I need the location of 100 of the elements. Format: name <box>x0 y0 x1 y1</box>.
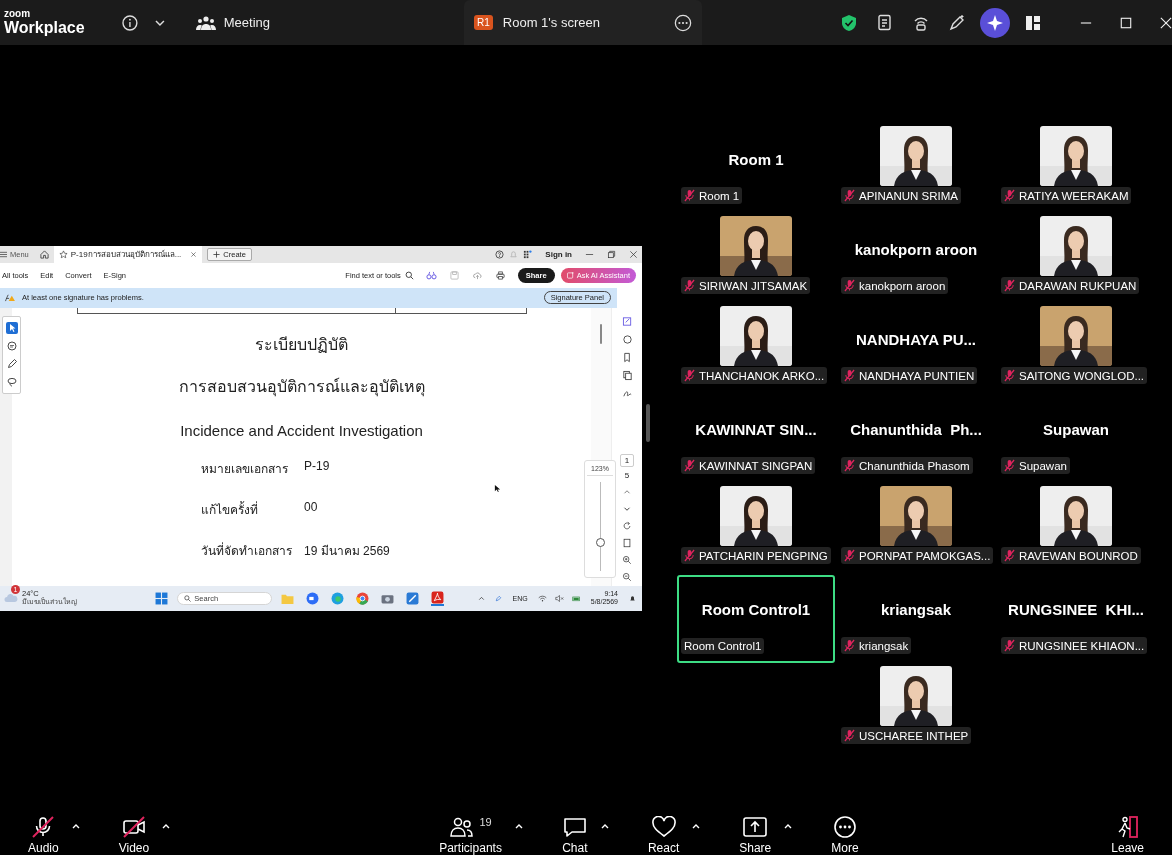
restore-icon[interactable] <box>607 249 616 259</box>
windows-start-icon[interactable] <box>155 591 169 605</box>
participant-name: Chanunthida Ph... <box>850 421 982 438</box>
help-icon[interactable] <box>495 249 505 259</box>
participant-tile[interactable]: THANCHANOK ARKO... <box>677 305 835 393</box>
info-icon[interactable] <box>122 14 138 31</box>
search-icon[interactable] <box>404 270 414 280</box>
speaker-muted-icon[interactable] <box>554 593 564 603</box>
pencil-icon[interactable] <box>948 13 966 32</box>
comment-icon[interactable] <box>5 339 18 352</box>
camera-icon <box>120 816 147 838</box>
star-icon[interactable] <box>58 249 68 259</box>
field-value: 00 <box>304 499 319 516</box>
notification-icon[interactable] <box>628 593 637 603</box>
sign-in-button[interactable]: Sign in <box>545 249 572 259</box>
battery-icon[interactable] <box>571 593 581 603</box>
participant-tile[interactable]: RAVEWAN BOUNROD <box>997 485 1155 573</box>
participant-tile[interactable]: NANDHAYA PU... NANDHAYA PUNTIEN <box>837 305 995 393</box>
page-number-field[interactable]: 1 <box>619 453 635 467</box>
pdf-app-icon[interactable] <box>431 590 445 606</box>
caret-icon[interactable] <box>161 822 172 830</box>
participant-name: Supawan <box>1043 421 1109 438</box>
caret-icon[interactable] <box>783 822 794 830</box>
participant-tile[interactable]: RUNGSINEE KHI... RUNGSINEE KHIAON... <box>997 575 1155 663</box>
pen-icon[interactable] <box>5 357 18 370</box>
shield-icon[interactable] <box>840 13 858 32</box>
microphone-icon <box>30 816 57 838</box>
participant-label: Room Control1 <box>681 638 765 654</box>
participant-tile[interactable]: PATCHARIN PENGPING <box>677 485 835 573</box>
shared-screen-tab[interactable]: R1 Room 1's screen <box>464 0 702 45</box>
participant-tile[interactable]: SIRIWAN JITSAMAK <box>677 215 835 303</box>
caret-icon[interactable] <box>599 822 610 830</box>
comment-icon[interactable] <box>621 333 633 345</box>
participant-tile[interactable]: DARAWAN RUKPUAN <box>997 215 1155 303</box>
participant-tile[interactable]: kanokporn aroon kanokporn aroon <box>837 215 995 303</box>
chat-button[interactable]: Chat <box>553 816 596 855</box>
participant-name: RUNGSINEE KHI... <box>1008 601 1144 618</box>
apps-icon[interactable] <box>523 249 533 259</box>
fit-page-icon[interactable] <box>622 537 632 548</box>
participant-name: Room 1 <box>728 151 784 168</box>
zoom-slider-handle[interactable] <box>595 537 605 547</box>
participant-tile[interactable]: APINANUN SRIMA <box>837 125 995 213</box>
menu-icon <box>0 250 7 258</box>
participant-label: Room 1 <box>681 187 743 204</box>
caret-icon[interactable] <box>513 822 524 830</box>
participant-name: kriangsak <box>880 601 951 618</box>
cloud-icon <box>4 593 18 603</box>
chat-icon <box>561 816 588 838</box>
notes-icon[interactable] <box>876 13 894 32</box>
participant-tile[interactable]: KAWINNAT SIN... KAWINNAT SINGPAN <box>677 395 835 483</box>
participant-tile[interactable]: Chanunthida Ph... Chanunthida Phasom <box>837 395 995 483</box>
document-title: Incidence and Accident Investigation <box>180 421 423 439</box>
document-heading: ระเบียบปฏิบัติ <box>255 334 349 354</box>
react-icon <box>650 816 677 838</box>
participant-tile[interactable]: Supawan Supawan <box>997 395 1155 483</box>
participant-label: kanokporn aroon <box>841 277 949 294</box>
video-button[interactable]: Video <box>110 816 158 855</box>
share-button[interactable]: Share <box>731 816 780 855</box>
leave-button[interactable]: Leave <box>1103 816 1152 855</box>
zoom-out-icon[interactable] <box>622 571 632 582</box>
react-button[interactable]: React <box>639 816 688 855</box>
participant-tile[interactable]: RATIYA WEERAKAM <box>997 125 1155 213</box>
layout-icon[interactable] <box>1024 13 1042 32</box>
bookmark-icon[interactable] <box>621 351 633 363</box>
meeting-button[interactable]: Meeting <box>193 12 272 33</box>
wifi-icon[interactable] <box>537 593 547 603</box>
home-icon[interactable] <box>39 249 49 259</box>
caret-icon[interactable] <box>70 822 81 830</box>
lasso-icon[interactable] <box>5 375 18 388</box>
participant-tile[interactable]: USCHAREE INTHEP <box>837 665 995 753</box>
audio-button[interactable]: Audio <box>20 816 67 855</box>
shared-screen-title: Room 1's screen <box>502 15 601 30</box>
participant-tile[interactable]: SAITONG WONGLOD... <box>997 305 1155 393</box>
edit-icon[interactable] <box>621 315 633 327</box>
participant-label: DARAWAN RUKPUAN <box>1001 277 1140 294</box>
rotate-icon[interactable] <box>622 520 632 531</box>
video-app-icon[interactable] <box>306 591 320 605</box>
participant-label: NANDHAYA PUNTIEN <box>841 367 978 384</box>
more-button[interactable]: More <box>823 816 867 855</box>
maximize-icon[interactable] <box>1120 16 1132 29</box>
participants-button[interactable]: 19 Participants <box>431 816 510 855</box>
app-icon[interactable] <box>406 591 420 605</box>
cursor-icon[interactable] <box>5 321 18 334</box>
glasses-icon[interactable] <box>425 270 437 280</box>
participant-tile[interactable]: Room 1 Room 1 <box>677 125 835 213</box>
ai-companion-icon[interactable] <box>980 7 1010 38</box>
participant-name: NANDHAYA PU... <box>856 331 976 348</box>
pages-icon[interactable] <box>621 369 633 381</box>
caret-icon[interactable] <box>691 822 702 830</box>
participant-tile[interactable]: kriangsak kriangsak <box>837 575 995 663</box>
print-icon[interactable] <box>494 270 506 280</box>
participant-tile[interactable]: Room Control1 Room Control1 <box>677 575 835 663</box>
zoom-in-icon[interactable] <box>622 554 632 565</box>
splitter-handle[interactable] <box>646 404 650 442</box>
browser-icon[interactable] <box>356 591 370 605</box>
participant-tile[interactable]: PORNPAT PAMOKGAS... <box>837 485 995 573</box>
more-icon[interactable] <box>674 13 692 32</box>
scrollbar-thumb[interactable] <box>600 323 603 344</box>
participant-label: Supawan <box>1001 457 1070 474</box>
field-label: วันที่จัดทำเอกสาร <box>201 541 294 560</box>
